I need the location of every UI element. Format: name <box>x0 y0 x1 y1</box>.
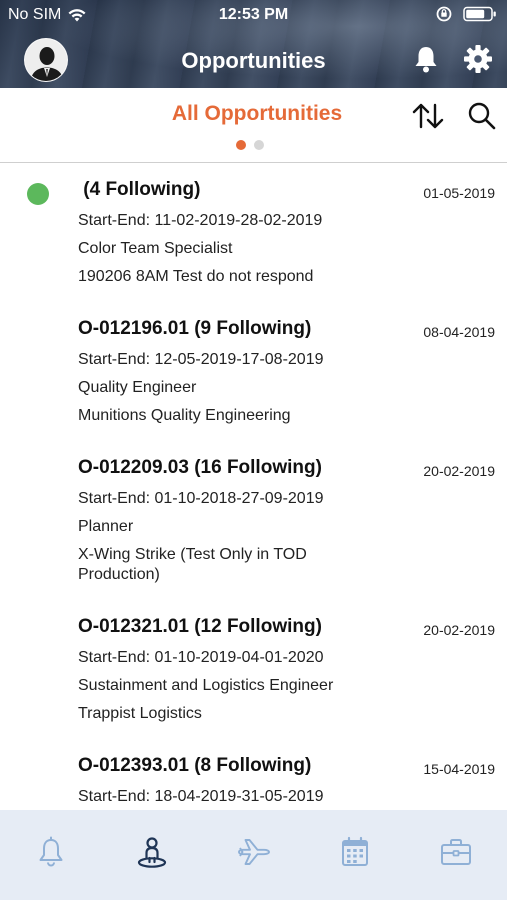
opportunity-date: 01-05-2019 <box>423 185 495 201</box>
page-dot-active[interactable] <box>236 140 246 150</box>
opportunity-list: (4 Following) 01-05-2019 Start-End: 11-0… <box>0 164 507 810</box>
opportunity-title: O-012321.01 (12 Following) <box>78 616 322 637</box>
opportunity-role: Color Team Specialist <box>78 240 233 257</box>
list-item[interactable]: O-012209.03 (16 Following) 20-02-2019 St… <box>0 442 507 601</box>
opportunity-project: Munitions Quality Engineering <box>78 407 291 424</box>
bell-icon <box>415 47 437 73</box>
tab-calendar[interactable] <box>304 810 405 900</box>
bottom-tab-bar <box>0 810 507 900</box>
notifications-button[interactable] <box>410 43 442 75</box>
tab-opportunities[interactable] <box>101 810 202 900</box>
list-item[interactable]: O-012321.01 (12 Following) 20-02-2019 St… <box>0 601 507 740</box>
opportunity-dates: Start-End: 01-10-2019-04-01-2020 <box>78 649 324 666</box>
opportunity-role: Quality Engineer <box>78 379 197 396</box>
sort-button[interactable] <box>410 100 446 132</box>
status-bar: No SIM 12:53 PM <box>0 0 507 30</box>
opportunity-title: (4 Following) <box>78 179 201 200</box>
calendar-icon <box>341 836 368 866</box>
opportunity-date: 15-04-2019 <box>423 761 495 777</box>
opportunity-title: O-012209.03 (16 Following) <box>78 457 322 478</box>
person-pin-icon <box>138 837 167 868</box>
opportunity-title: O-012196.01 (9 Following) <box>78 318 312 339</box>
opportunity-date: 08-04-2019 <box>423 324 495 340</box>
gear-icon <box>464 45 492 73</box>
tab-notifications[interactable] <box>0 810 101 900</box>
opportunity-project: Trappist Logistics <box>78 705 202 722</box>
battery-icon <box>463 6 496 22</box>
opportunity-project: 190206 8AM Test do not respond <box>78 268 314 285</box>
header: No SIM 12:53 PM Opportunities <box>0 0 507 88</box>
status-right <box>435 5 497 23</box>
orientation-lock-icon <box>436 6 452 22</box>
airplane-icon <box>237 839 270 865</box>
status-time: 12:53 PM <box>218 6 289 23</box>
opportunity-dates: Start-End: 01-10-2018-27-09-2019 <box>78 490 324 507</box>
list-item[interactable]: (4 Following) 01-05-2019 Start-End: 11-0… <box>0 164 507 303</box>
opportunity-title: O-012393.01 (8 Following) <box>78 755 312 776</box>
filter-bar: All Opportunities <box>0 88 507 163</box>
bell-icon <box>39 836 63 867</box>
list-item[interactable]: O-012196.01 (9 Following) 08-04-2019 Sta… <box>0 303 507 442</box>
search-button[interactable] <box>466 100 498 132</box>
opportunity-role: Planner <box>78 518 134 535</box>
status-dot <box>27 183 49 205</box>
opportunity-project: X-Wing Strike (Test Only in TOD Producti… <box>78 546 307 583</box>
page-dot[interactable] <box>254 140 264 150</box>
nav-bar: Opportunities <box>0 30 507 88</box>
sort-arrows-icon <box>412 103 444 129</box>
search-icon <box>468 102 496 130</box>
list-item[interactable]: O-012393.01 (8 Following) 15-04-2019 Sta… <box>0 740 507 810</box>
settings-button[interactable] <box>462 43 494 75</box>
opportunity-dates: Start-End: 12-05-2019-17-08-2019 <box>78 351 324 368</box>
opportunity-dates: Start-End: 11-02-2019-28-02-2019 <box>78 212 323 229</box>
briefcase-icon <box>441 839 472 865</box>
tab-travel[interactable] <box>203 810 304 900</box>
tab-jobs[interactable] <box>406 810 507 900</box>
opportunity-date: 20-02-2019 <box>423 463 495 479</box>
opportunity-role: Sustainment and Logistics Engineer <box>78 677 334 694</box>
opportunity-dates: Start-End: 18-04-2019-31-05-2019 <box>78 788 324 805</box>
opportunity-date: 20-02-2019 <box>423 622 495 638</box>
page-indicator <box>0 140 500 150</box>
